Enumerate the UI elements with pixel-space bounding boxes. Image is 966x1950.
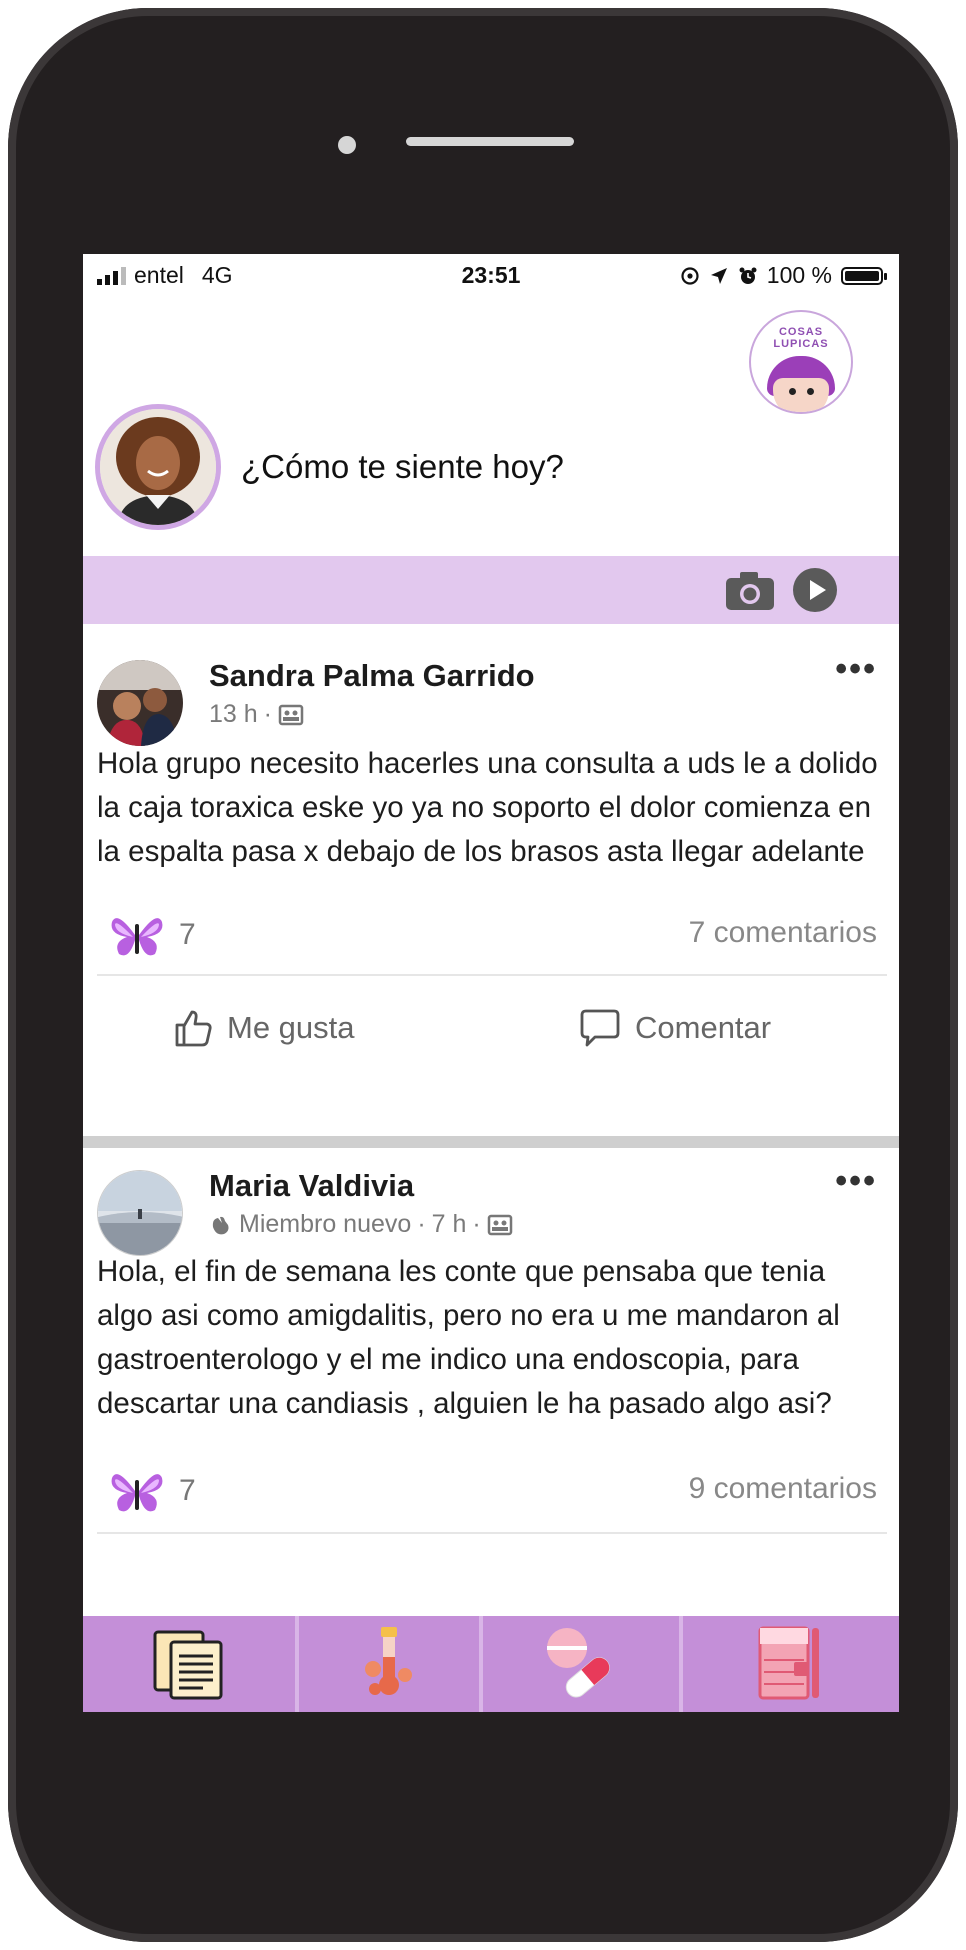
like-label: Me gusta [227, 1010, 355, 1045]
tab-medications[interactable] [479, 1616, 679, 1712]
earpiece-speaker [406, 137, 574, 146]
post-more-options-icon[interactable]: ••• [835, 650, 877, 689]
battery-icon [841, 266, 887, 285]
tab-journal[interactable] [679, 1616, 899, 1712]
battery-percent: 100 % [766, 262, 832, 288]
member-badge: Miembro nuevo [239, 1210, 412, 1238]
meta-separator: · [263, 700, 272, 728]
thumbs-up-icon [175, 1010, 212, 1047]
bottom-tab-bar [83, 1616, 899, 1712]
camera-icon[interactable] [724, 570, 776, 612]
screen-rotation-lock-icon [681, 266, 699, 285]
post-separator [83, 1136, 899, 1148]
notebook-icon [758, 1626, 819, 1700]
comments-count[interactable]: 9 comentarios [689, 1472, 877, 1506]
butterfly-reaction-icon[interactable] [109, 910, 165, 960]
logo-text-line1: COSAS [778, 326, 824, 338]
logo-face [773, 378, 829, 412]
reaction-count: 7 [179, 1474, 196, 1507]
comments-count[interactable]: 7 comentarios [689, 916, 877, 950]
logo-eye-right [807, 388, 814, 395]
pills-icon [547, 1628, 610, 1698]
meta-separator: · [472, 1210, 481, 1238]
comment-label: Comentar [635, 1010, 772, 1045]
post-author-name[interactable]: Sandra Palma Garrido [209, 658, 535, 694]
app-screen: entel 4G 23:51 100 % COSAS LUPICAS ¿Cómo… [83, 254, 899, 1712]
logo-text-line2: LUPICAS [773, 338, 829, 350]
post-body: Hola, el fin de semana les conte que pen… [97, 1255, 840, 1420]
comment-button[interactable]: Comentar [579, 1008, 771, 1048]
current-user-avatar[interactable] [95, 404, 221, 530]
waving-hand-icon [212, 1216, 229, 1234]
status-prompt[interactable]: ¿Cómo te siente hoy? [241, 448, 564, 486]
post-card: Sandra Palma Garrido 13 h · ••• Hola gru… [83, 624, 899, 1152]
test-tube-icon [365, 1627, 412, 1695]
comment-bubble-icon [580, 1009, 620, 1047]
logo-eye-left [789, 388, 796, 395]
post-body: Hola grupo necesito hacerles una consult… [97, 747, 878, 868]
post-divider [97, 1532, 887, 1534]
tab-tests[interactable] [295, 1616, 479, 1712]
post-author-avatar[interactable] [97, 1170, 183, 1256]
like-button[interactable]: Me gusta [173, 1008, 355, 1048]
group-audience-icon [278, 704, 304, 725]
status-bar: entel 4G 23:51 100 % [83, 254, 899, 298]
post-author-avatar[interactable] [97, 660, 183, 746]
butterfly-reaction-icon[interactable] [109, 1466, 165, 1516]
documents-icon [153, 1630, 223, 1700]
group-audience-icon [487, 1214, 512, 1235]
post-time: 13 h [209, 700, 258, 728]
brand-logo[interactable]: COSAS LUPICAS [749, 310, 853, 414]
play-icon[interactable] [793, 568, 837, 612]
post-card: Maria Valdivia Miembro nuevo · 7 h · •••… [83, 1148, 899, 1616]
post-more-options-icon[interactable]: ••• [835, 1162, 877, 1201]
post-meta: 13 h · [209, 700, 304, 729]
alarm-icon [739, 267, 757, 284]
meta-separator: · [417, 1210, 426, 1238]
tab-documents[interactable] [83, 1616, 295, 1712]
post-author-name[interactable]: Maria Valdivia [209, 1168, 414, 1204]
post-time: 7 h [431, 1210, 467, 1238]
reaction-count: 7 [179, 918, 196, 951]
location-arrow-icon [710, 267, 727, 284]
phone-frame: entel 4G 23:51 100 % COSAS LUPICAS ¿Cómo… [8, 8, 958, 1942]
post-divider [97, 974, 887, 976]
post-meta: Miembro nuevo · 7 h · [209, 1210, 513, 1239]
media-bar [83, 556, 899, 624]
front-camera [338, 136, 356, 154]
user-portrait-icon [100, 409, 216, 525]
